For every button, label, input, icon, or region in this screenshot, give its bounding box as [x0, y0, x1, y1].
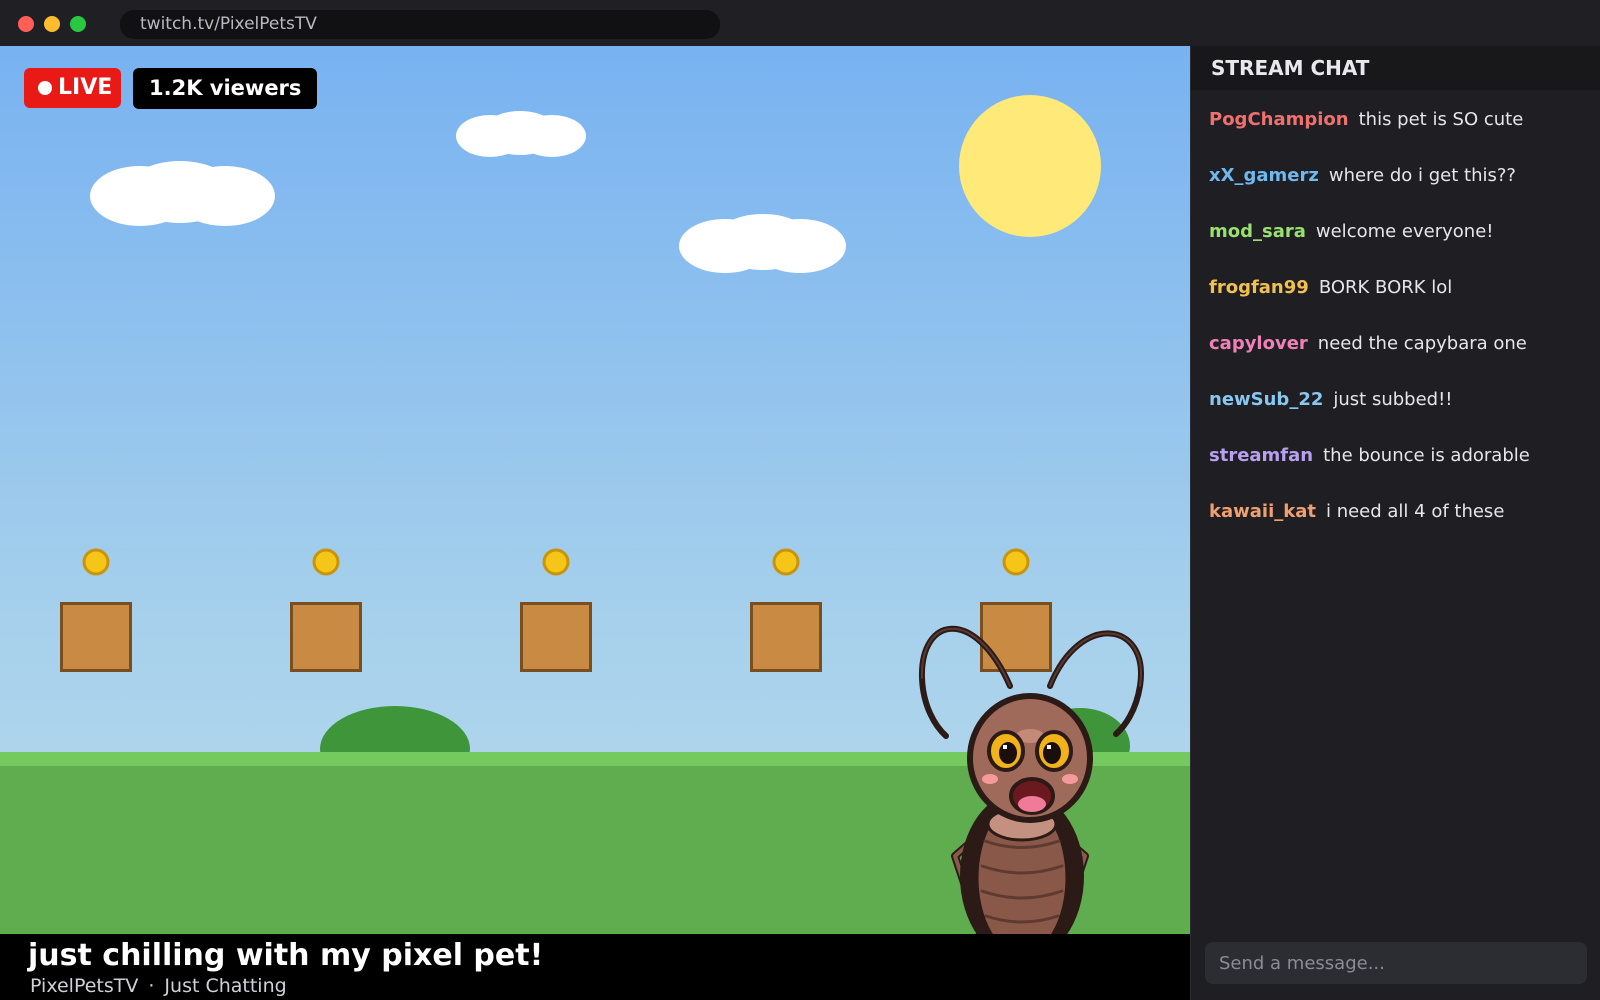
chat-message-list[interactable]: PogChampion this pet is SO cute xX_gamerz w… [1191, 90, 1600, 550]
chat-username[interactable]: PogChampion [1209, 109, 1349, 130]
meta-separator: · [148, 975, 155, 997]
block [60, 602, 132, 672]
viewer-count-badge: 1.2K viewers [133, 68, 318, 109]
coin [542, 548, 570, 576]
stream-title: just chilling with my pixel pet! [28, 938, 544, 973]
block [750, 602, 822, 672]
chat-header: STREAM CHAT [1191, 46, 1600, 90]
game-scene [0, 95, 1190, 1000]
chat-message-text: where do i get this?? [1328, 165, 1516, 186]
chat-message-text: welcome everyone! [1315, 221, 1494, 242]
chat-message-input[interactable] [1205, 942, 1587, 984]
coin [1002, 548, 1030, 576]
chat-username[interactable]: xX_gamerz [1209, 165, 1319, 186]
cloud [90, 161, 275, 226]
sun [959, 95, 1101, 237]
chat-message: streamfan the bounce is adorable [1191, 438, 1600, 494]
chat-message: capylover need the capybara one [1191, 326, 1600, 382]
browser-toolbar: twitch.tv/PixelPetsTV [0, 0, 1600, 46]
chat-message: frogfan99 BORK BORK lol [1191, 270, 1600, 326]
live-label: LIVE [58, 75, 113, 100]
cloud [679, 214, 846, 273]
chat-username[interactable]: kawaii_kat [1209, 501, 1316, 522]
chat-message-text: just subbed!! [1333, 389, 1453, 410]
blocks [60, 602, 1052, 672]
block [980, 602, 1052, 672]
chat-username[interactable]: newSub_22 [1209, 389, 1323, 410]
live-dot-icon [38, 81, 52, 95]
chat-message-text: this pet is SO cute [1358, 109, 1524, 130]
channel-name[interactable]: PixelPetsTV [30, 975, 138, 997]
stream-meta: PixelPetsTV · Just Chatting [30, 974, 287, 998]
stream-player[interactable]: LIVE 1.2K viewers just chilling with my … [0, 46, 1190, 1000]
chat-username[interactable]: streamfan [1209, 445, 1313, 466]
block [290, 602, 362, 672]
cloud [456, 111, 586, 157]
close-window-button[interactable] [18, 16, 34, 32]
chat-message-text: need the capybara one [1317, 333, 1527, 354]
coin [312, 548, 340, 576]
chat-username[interactable]: mod_sara [1209, 221, 1306, 242]
maximize-window-button[interactable] [70, 16, 86, 32]
chat-message: xX_gamerz where do i get this?? [1191, 158, 1600, 214]
chat-message-text: i need all 4 of these [1325, 501, 1505, 522]
chat-panel: STREAM CHAT PogChampion this pet is SO cu… [1190, 46, 1600, 1000]
chat-message: kawaii_kat i need all 4 of these [1191, 494, 1600, 550]
address-bar[interactable]: twitch.tv/PixelPetsTV [120, 10, 720, 39]
chat-username[interactable]: capylover [1209, 333, 1308, 354]
stream-category[interactable]: Just Chatting [164, 975, 286, 997]
chat-username[interactable]: frogfan99 [1209, 277, 1309, 298]
live-badge: LIVE [24, 68, 121, 108]
stream-info-bar: just chilling with my pixel pet! PixelPe… [0, 934, 1190, 1000]
coin [82, 548, 110, 576]
block [520, 602, 592, 672]
coins [82, 548, 1030, 576]
chat-message: PogChampion this pet is SO cute [1191, 102, 1600, 158]
chat-message-text: BORK BORK lol [1318, 277, 1453, 298]
chat-message: newSub_22 just subbed!! [1191, 382, 1600, 438]
chat-message: mod_sara welcome everyone! [1191, 214, 1600, 270]
minimize-window-button[interactable] [44, 16, 60, 32]
chat-message-text: the bounce is adorable [1323, 445, 1530, 466]
coin [772, 548, 800, 576]
